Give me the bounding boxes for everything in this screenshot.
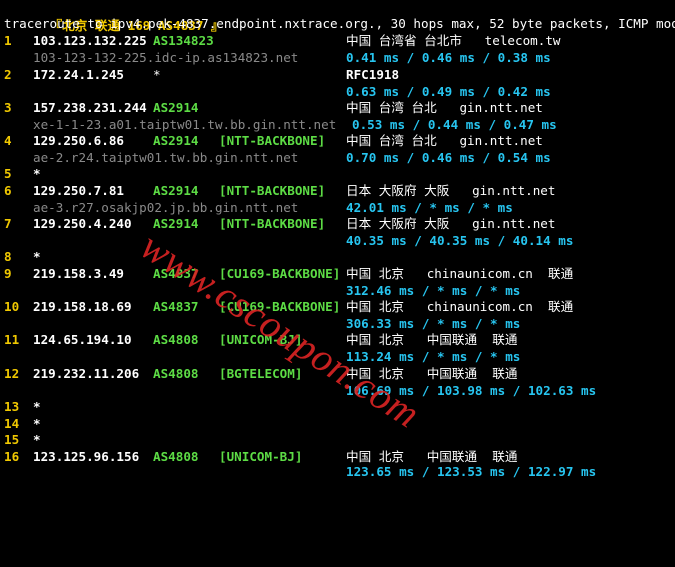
hop-latency: 0.41 ms / 0.46 ms / 0.38 ms xyxy=(346,50,551,65)
hop-detail-row: 123.65 ms / 123.53 ms / 122.97 ms xyxy=(0,463,596,480)
hop-geo: 中国 台湾 台北 gin.ntt.net xyxy=(346,133,543,148)
command-text: traceroute to ipv4.pek-4837.endpoint.nxt… xyxy=(4,16,675,31)
hop-geo: RFC1918 xyxy=(346,67,400,82)
hop-tag: [NTT-BACKBONE] xyxy=(219,216,326,231)
hop-ip: 123.125.96.156 xyxy=(33,449,140,464)
hop-asn: AS134823 xyxy=(153,33,214,48)
hop-row: 11 124.65.194.10 AS4808 [UNICOM-BJ] 中国 北… xyxy=(0,331,517,348)
hop-asn: * xyxy=(153,67,161,82)
hop-latency: 0.63 ms / 0.49 ms / 0.42 ms xyxy=(346,84,551,99)
hop-detail-row: 0.63 ms / 0.49 ms / 0.42 ms xyxy=(0,83,551,100)
hop-rdns: xe-1-1-23.a01.taiptw01.tw.bb.gin.ntt.net xyxy=(33,117,337,132)
hop-detail-row: xe-1-1-23.a01.taiptw01.tw.bb.gin.ntt.net… xyxy=(0,116,557,133)
hop-asn: AS2914 xyxy=(153,133,199,148)
hop-asn: AS2914 xyxy=(153,100,199,115)
hop-asn: AS4808 xyxy=(153,449,199,464)
hop-detail-row: 106.69 ms / 103.98 ms / 102.63 ms xyxy=(0,382,596,399)
hop-timeout: * xyxy=(33,432,41,447)
hop-number: 13 xyxy=(4,399,20,414)
hop-detail-row: 306.33 ms / * ms / * ms xyxy=(0,315,520,332)
hop-latency: 42.01 ms / * ms / * ms xyxy=(346,200,513,215)
hop-ip: 129.250.4.240 xyxy=(33,216,132,231)
hop-row: 3 157.238.231.244 AS2914 中国 台湾 台北 gin.nt… xyxy=(0,99,543,116)
hop-geo: 日本 大阪府 大阪 gin.ntt.net xyxy=(346,216,556,231)
hop-geo: 中国 台湾省 台北市 telecom.tw xyxy=(346,33,561,48)
hop-number: 7 xyxy=(4,216,12,231)
hop-row: 14 * xyxy=(0,415,41,432)
hop-number: 14 xyxy=(4,416,20,431)
hop-geo: 中国 北京 chinaunicom.cn 联通 xyxy=(346,266,574,281)
hop-row: 15 * xyxy=(0,431,41,448)
hop-row: 5 * xyxy=(0,165,41,182)
hop-ip: 103.123.132.225 xyxy=(33,33,147,48)
command-line: traceroute to ipv4.pek-4837.endpoint.nxt… xyxy=(0,15,675,32)
hop-number: 4 xyxy=(4,133,12,148)
hop-timeout: * xyxy=(33,166,41,181)
hop-detail-row: ae-2.r24.taiptw01.tw.bb.gin.ntt.net 0.70… xyxy=(0,149,551,166)
hop-timeout: * xyxy=(33,399,41,414)
hop-geo: 日本 大阪府 大阪 gin.ntt.net xyxy=(346,183,556,198)
hop-row: 10 219.158.18.69 AS4837 [CU169-BACKBONE]… xyxy=(0,298,573,315)
terminal-output: 『北京 联通 169 AS4837 』 traceroute to ipv4.p… xyxy=(0,0,675,479)
hop-timeout: * xyxy=(33,249,41,264)
hop-detail-row: 312.46 ms / * ms / * ms xyxy=(0,282,520,299)
hop-number: 15 xyxy=(4,432,20,447)
hop-row: 7 129.250.4.240 AS2914 [NTT-BACKBONE] 日本… xyxy=(0,215,555,232)
hop-detail-row: 103-123-132-225.idc-ip.as134823.net 0.41… xyxy=(0,49,551,66)
hop-ip: 219.232.11.206 xyxy=(33,366,140,381)
hop-rdns: 103-123-132-225.idc-ip.as134823.net xyxy=(33,50,299,65)
hop-number: 2 xyxy=(4,67,12,82)
hop-ip: 124.65.194.10 xyxy=(33,332,132,347)
hop-number: 6 xyxy=(4,183,12,198)
hop-number: 5 xyxy=(4,166,12,181)
hop-timeout: * xyxy=(33,416,41,431)
hop-rdns: ae-3.r27.osakjp02.jp.bb.gin.ntt.net xyxy=(33,200,299,215)
hop-row: 6 129.250.7.81 AS2914 [NTT-BACKBONE] 日本 … xyxy=(0,182,555,199)
hop-number: 3 xyxy=(4,100,12,115)
hop-ip: 129.250.6.86 xyxy=(33,133,124,148)
hop-latency: 0.70 ms / 0.46 ms / 0.54 ms xyxy=(346,150,551,165)
hop-tag: [NTT-BACKBONE] xyxy=(219,133,326,148)
hop-tag: [BGTELECOM] xyxy=(219,366,303,381)
hop-detail-row: 40.35 ms / 40.35 ms / 40.14 ms xyxy=(0,232,573,249)
hop-row: 4 129.250.6.86 AS2914 [NTT-BACKBONE] 中国 … xyxy=(0,132,543,149)
hop-rdns: ae-2.r24.taiptw01.tw.bb.gin.ntt.net xyxy=(33,150,299,165)
hop-detail-row: 113.24 ms / * ms / * ms xyxy=(0,348,520,365)
hop-ip: 219.158.3.49 xyxy=(33,266,124,281)
hop-ip: 129.250.7.81 xyxy=(33,183,124,198)
hop-ip: 157.238.231.244 xyxy=(33,100,147,115)
hop-tag: [NTT-BACKBONE] xyxy=(219,183,326,198)
hop-row: 12 219.232.11.206 AS4808 [BGTELECOM] 中国 … xyxy=(0,365,517,382)
hop-latency: 40.35 ms / 40.35 ms / 40.14 ms xyxy=(346,233,574,248)
hop-row: 1 103.123.132.225 AS134823 中国 台湾省 台北市 te… xyxy=(0,32,560,49)
hop-geo: 中国 北京 chinaunicom.cn 联通 xyxy=(346,299,574,314)
hop-number: 12 xyxy=(4,366,20,381)
hop-geo: 中国 台湾 台北 gin.ntt.net xyxy=(346,100,543,115)
hop-row: 9 219.158.3.49 AS4837 [CU169-BACKBONE] 中… xyxy=(0,265,573,282)
hop-number: 1 xyxy=(4,33,12,48)
hop-tag: [UNICOM-BJ] xyxy=(219,449,303,464)
hop-asn: AS4808 xyxy=(153,332,199,347)
hop-number: 11 xyxy=(4,332,20,347)
hop-latency: 0.53 ms / 0.44 ms / 0.47 ms xyxy=(352,117,557,132)
hop-row: 2 172.24.1.245 * RFC1918 xyxy=(0,66,399,83)
hop-detail-row: ae-3.r27.osakjp02.jp.bb.gin.ntt.net 42.0… xyxy=(0,199,513,216)
hop-ip: 172.24.1.245 xyxy=(33,67,124,82)
hop-number: 9 xyxy=(4,266,12,281)
hop-number: 10 xyxy=(4,299,20,314)
hop-latency: 306.33 ms / * ms / * ms xyxy=(346,316,521,331)
hop-row: 13 * xyxy=(0,398,41,415)
hop-asn: AS2914 xyxy=(153,183,199,198)
hop-number: 8 xyxy=(4,249,12,264)
hop-ip: 219.158.18.69 xyxy=(33,299,132,314)
hop-latency: 312.46 ms / * ms / * ms xyxy=(346,283,521,298)
hop-geo: 中国 北京 中国联通 联通 xyxy=(346,332,518,347)
hop-row: 8 * xyxy=(0,248,41,265)
hop-asn: AS4808 xyxy=(153,366,199,381)
